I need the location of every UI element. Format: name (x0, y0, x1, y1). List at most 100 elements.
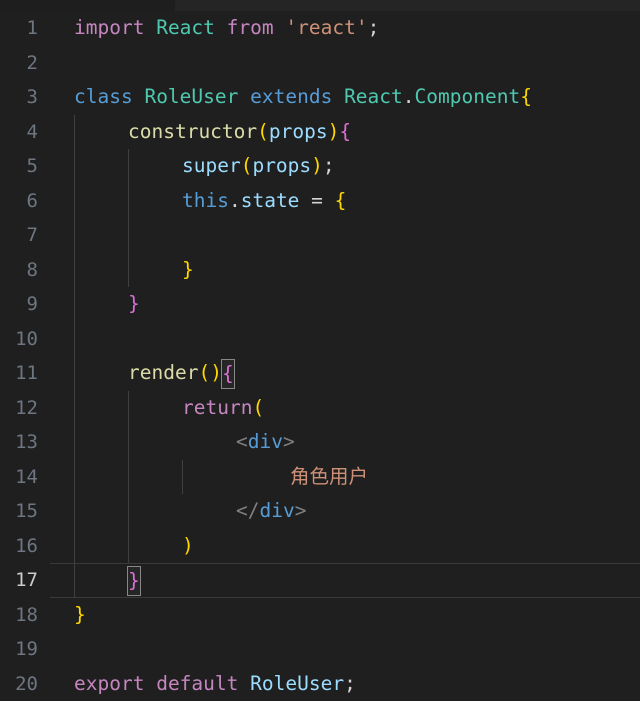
token-lparen: ( (252, 395, 265, 419)
indent-guide (74, 459, 75, 494)
token-semicolon: ; (344, 671, 356, 695)
token-open-brace: { (334, 188, 347, 212)
token-semicolon: ; (322, 154, 335, 177)
line-number[interactable]: 12 (0, 391, 50, 426)
indent-guide (74, 218, 75, 253)
token-lparen: ( (257, 119, 269, 143)
token-tag-open-bracket: </ (236, 499, 260, 522)
code-line[interactable]: 18 } (0, 598, 640, 633)
line-content[interactable]: render(){ (128, 356, 235, 391)
token-equals: = (311, 188, 323, 212)
token-lparen: ( (240, 154, 253, 177)
line-content[interactable]: } (127, 563, 141, 598)
code-line[interactable]: 10 (0, 321, 640, 357)
indent-guide (128, 390, 129, 425)
line-number[interactable]: 11 (0, 356, 50, 391)
indent-guide (74, 183, 75, 218)
code-line-current[interactable]: 17 } (0, 563, 640, 598)
line-number[interactable]: 16 (0, 529, 50, 564)
line-content[interactable]: } (128, 287, 140, 322)
line-content[interactable]: ) (182, 529, 194, 564)
code-line[interactable]: 7 (0, 218, 640, 253)
line-content[interactable]: export default RoleUser; (74, 667, 356, 701)
code-line[interactable]: 2 (0, 46, 640, 81)
line-number[interactable]: 2 (0, 46, 50, 81)
indent-guide (74, 528, 75, 563)
token-tag-open-bracket: < (236, 430, 248, 453)
line-content[interactable]: class RoleUser extends React.Component{ (74, 80, 532, 115)
line-content[interactable]: this.state = { (182, 184, 346, 219)
indent-guide (128, 149, 129, 184)
indent-guide (74, 563, 75, 598)
indent-guide (74, 494, 75, 529)
line-number[interactable]: 19 (0, 632, 50, 667)
code-editor[interactable]: 1 import React from 'react'; 2 3 class R… (0, 0, 640, 701)
line-number[interactable]: 14 (0, 460, 50, 495)
code-line[interactable]: 13 <div> (0, 425, 640, 460)
code-line[interactable]: 6 this.state = { (0, 183, 640, 219)
line-content[interactable]: } (182, 253, 194, 288)
code-line[interactable]: 5 super(props); (0, 149, 640, 184)
line-number[interactable]: 10 (0, 322, 50, 357)
line-number[interactable]: 15 (0, 494, 50, 529)
line-number[interactable]: 1 (0, 11, 50, 46)
code-line[interactable]: 12 return( (0, 390, 640, 426)
token-semicolon: ; (367, 16, 380, 39)
line-number[interactable]: 7 (0, 218, 50, 253)
indent-guide (128, 218, 129, 253)
code-line[interactable]: 9 } (0, 287, 640, 322)
token-open-brace: { (339, 119, 352, 143)
token-this: this (182, 188, 229, 212)
token-extends: extends (250, 85, 333, 108)
code-line[interactable]: 20 export default RoleUser; (0, 667, 640, 701)
line-content[interactable]: <div> (236, 425, 295, 460)
indent-guide (74, 321, 75, 356)
code-line[interactable]: 3 class RoleUser extends React.Component… (0, 80, 640, 115)
code-line[interactable]: 15 </div> (0, 494, 640, 529)
token-render: render (128, 361, 199, 384)
line-content[interactable]: constructor(props){ (128, 115, 351, 150)
token-react: React (344, 85, 403, 108)
line-content[interactable]: return( (182, 391, 264, 426)
line-number[interactable]: 5 (0, 149, 50, 184)
code-line[interactable]: 1 import React from 'react'; (0, 11, 640, 46)
code-line[interactable]: 19 (0, 632, 640, 667)
line-number[interactable]: 20 (0, 667, 50, 701)
code-line[interactable]: 4 constructor(props){ (0, 114, 640, 150)
line-number[interactable]: 9 (0, 287, 50, 322)
code-line[interactable]: 8 } (0, 252, 640, 288)
token-dot: . (228, 188, 241, 212)
indent-guide (128, 183, 129, 218)
token-from: from (226, 16, 274, 39)
indent-guide (74, 356, 75, 391)
token-dot: . (402, 85, 415, 108)
token-export: export (74, 671, 145, 695)
code-line[interactable]: 16 ) (0, 528, 640, 564)
line-number[interactable]: 13 (0, 425, 50, 460)
token-class-name: RoleUser (250, 671, 345, 695)
indent-guide (128, 528, 129, 563)
line-number[interactable]: 3 (0, 80, 50, 115)
line-number[interactable]: 6 (0, 184, 50, 219)
token-close-brace: } (128, 292, 140, 315)
line-content[interactable]: } (74, 598, 86, 633)
token-react-identifier: React (156, 16, 215, 39)
line-number[interactable]: 8 (0, 253, 50, 288)
line-content[interactable]: super(props); (182, 149, 335, 184)
code-line[interactable]: 14 角色用户 (0, 459, 640, 495)
line-number[interactable]: 18 (0, 598, 50, 633)
line-number[interactable]: 17 (0, 563, 50, 598)
line-content[interactable]: </div> (236, 494, 306, 529)
token-props: props (252, 154, 312, 177)
line-number[interactable]: 4 (0, 115, 50, 150)
jsx-text-content[interactable]: 角色用户 (290, 460, 368, 495)
line-content[interactable]: import React from 'react'; (74, 11, 379, 46)
token-close-brace: } (182, 257, 194, 281)
token-tag-close-bracket: > (294, 499, 307, 522)
token-lparen: ( (198, 361, 211, 384)
indent-guide (128, 494, 129, 529)
code-line[interactable]: 11 render(){ (0, 356, 640, 391)
token-return: return (182, 395, 253, 419)
